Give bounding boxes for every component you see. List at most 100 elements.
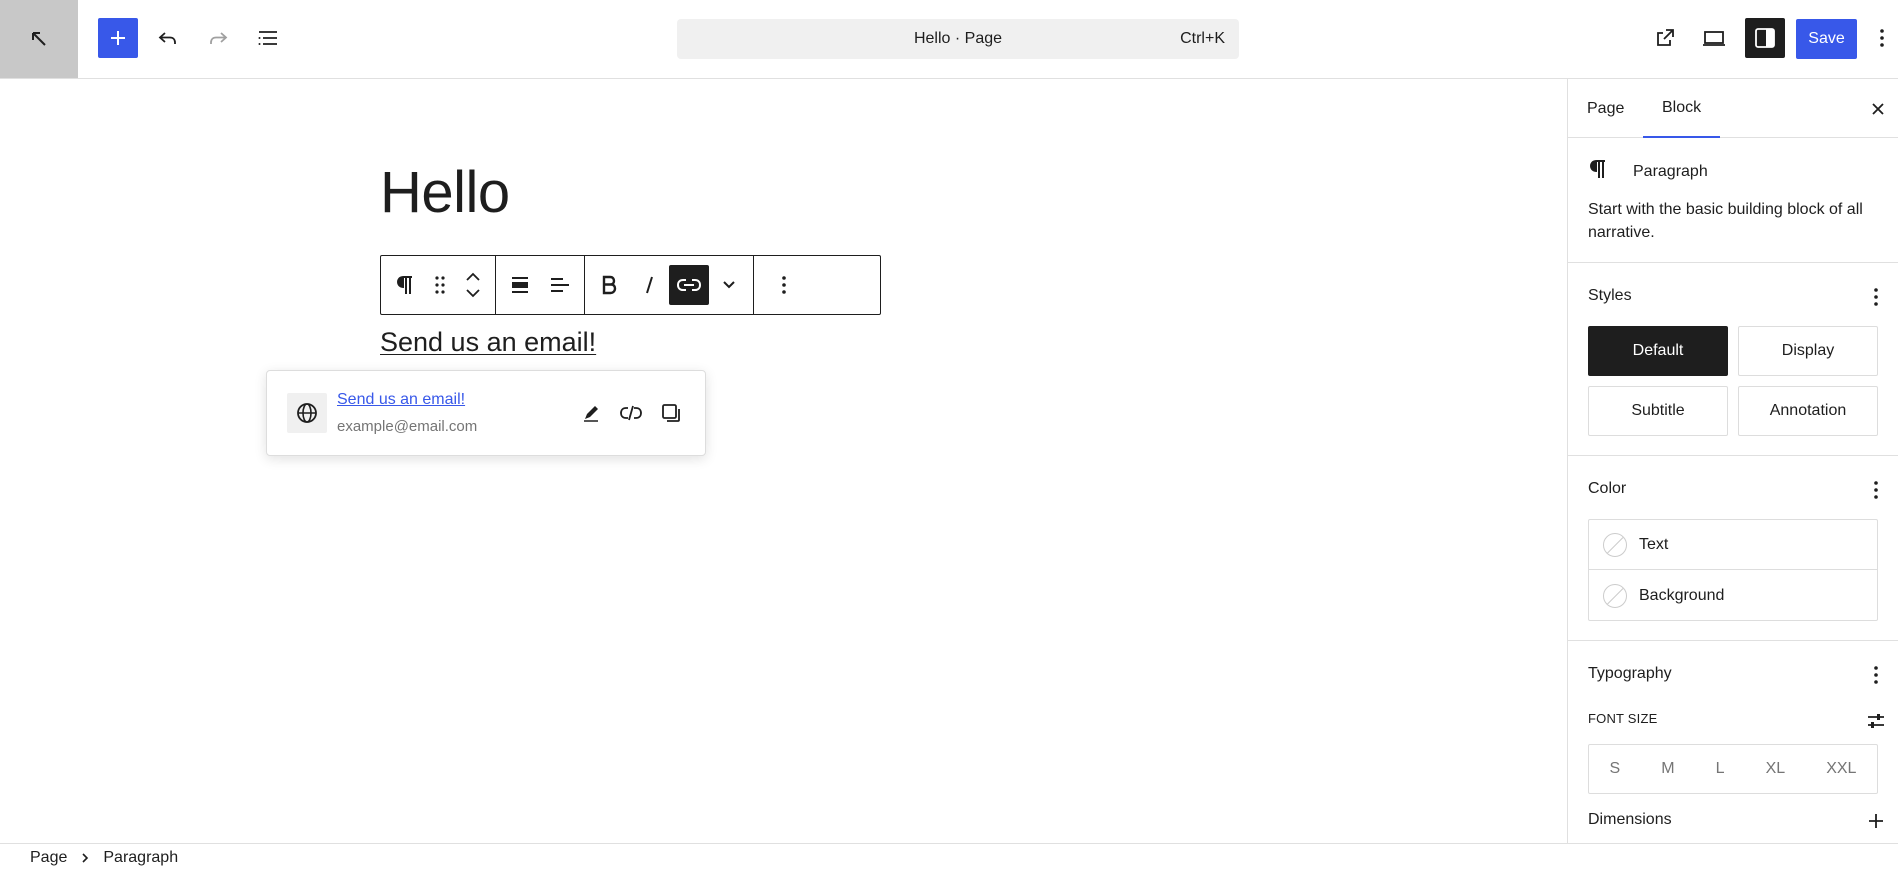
plus-icon — [1868, 813, 1884, 829]
text-color-control[interactable]: Text — [1589, 520, 1877, 570]
options-button[interactable] — [1866, 18, 1898, 58]
font-size-xxl[interactable]: XXL — [1826, 760, 1856, 778]
unlink-button[interactable] — [611, 393, 651, 433]
paragraph-block-switcher[interactable] — [385, 265, 425, 305]
drag-handle[interactable] — [425, 265, 455, 305]
plus-icon — [109, 29, 127, 47]
custom-font-size-button[interactable] — [1856, 701, 1896, 741]
breadcrumb-paragraph[interactable]: Paragraph — [103, 849, 178, 867]
background-color-label: Background — [1639, 587, 1725, 604]
command-palette-bar[interactable]: Hello · Page Ctrl+K — [677, 19, 1239, 59]
text-align-button[interactable] — [540, 265, 580, 305]
header-toolbar: Hello · Page Ctrl+K Save — [0, 0, 1898, 79]
block-card: Paragraph Start with the basic building … — [1568, 138, 1898, 263]
paragraph-icon — [1588, 158, 1608, 180]
copy-link-button[interactable] — [651, 393, 691, 433]
styles-options-button[interactable] — [1856, 277, 1896, 317]
block-description: Start with the basic building block of a… — [1588, 201, 1863, 241]
block-options-button[interactable] — [764, 265, 804, 305]
alignment-group — [496, 256, 585, 314]
undo-icon — [156, 26, 180, 50]
link-title[interactable]: Send us an email! — [337, 391, 465, 409]
settings-sidebar: Page Block Paragraph Start with the basi… — [1567, 79, 1898, 843]
save-button[interactable]: Save — [1796, 19, 1857, 59]
external-link-icon — [1653, 26, 1677, 50]
shortcut-hint: Ctrl+K — [1180, 30, 1225, 47]
bold-icon — [600, 275, 618, 295]
editor-app: Hello · Page Ctrl+K Save Hello Send us a… — [0, 0, 1898, 872]
font-size-m[interactable]: M — [1661, 760, 1674, 778]
block-toolbar — [380, 255, 881, 315]
document-overview-button[interactable] — [248, 18, 288, 58]
block-width-button[interactable] — [500, 265, 540, 305]
italic-icon — [642, 275, 656, 295]
dimensions-add-button[interactable] — [1856, 801, 1896, 841]
edit-link-button[interactable] — [571, 393, 611, 433]
font-size-label: FONT SIZE — [1588, 711, 1658, 726]
redo-icon — [206, 26, 230, 50]
styles-title: Styles — [1588, 287, 1632, 304]
paragraph-icon — [395, 274, 415, 296]
align-wide-icon — [509, 274, 531, 296]
link-button[interactable] — [669, 265, 709, 305]
more-vertical-icon — [781, 275, 787, 295]
empty-swatch-icon — [1603, 532, 1627, 557]
font-size-l[interactable]: L — [1716, 760, 1725, 778]
color-settings-list: Text Background — [1588, 519, 1878, 621]
document-title: Hello · Page — [913, 30, 1003, 47]
more-vertical-icon — [1879, 28, 1885, 48]
color-title: Color — [1588, 480, 1627, 497]
empty-swatch-icon — [1603, 584, 1627, 608]
redo-button[interactable] — [198, 18, 238, 58]
settings-sidebar-toggle[interactable] — [1745, 18, 1785, 58]
link-preview-popover: Send us an email! example@email.com — [266, 370, 706, 456]
link-actions — [571, 393, 691, 433]
pencil-icon — [581, 403, 601, 423]
bold-button[interactable] — [589, 265, 629, 305]
preview-device-button[interactable] — [1694, 18, 1734, 58]
italic-button[interactable] — [629, 265, 669, 305]
copy-icon — [660, 402, 682, 424]
background-color-control[interactable]: Background — [1589, 571, 1877, 621]
desktop-icon — [1701, 26, 1727, 50]
more-vertical-icon — [1873, 480, 1879, 500]
unlink-icon — [619, 403, 643, 423]
font-size-picker: S M L XL XXL — [1588, 744, 1878, 794]
color-panel: Color Text Background — [1568, 456, 1898, 641]
font-size-xl[interactable]: XL — [1766, 760, 1786, 778]
view-page-button[interactable] — [1645, 18, 1685, 58]
chevron-up-icon[interactable] — [465, 272, 481, 282]
block-switcher-group — [381, 256, 496, 314]
site-icon-button[interactable] — [0, 0, 78, 78]
typography-panel: Typography FONT SIZE S M L XL XXL Dimens… — [1568, 641, 1898, 841]
styles-panel: Styles Default Display Subtitle Annotati… — [1568, 263, 1898, 456]
close-sidebar-button[interactable] — [1858, 89, 1898, 129]
paragraph-block[interactable]: Send us an email! — [380, 327, 596, 358]
typography-options-button[interactable] — [1856, 655, 1896, 695]
style-default[interactable]: Default — [1588, 326, 1728, 376]
arrow-up-left-icon — [28, 28, 50, 50]
post-title[interactable]: Hello — [380, 159, 510, 226]
font-size-s[interactable]: S — [1610, 760, 1621, 778]
block-inserter-button[interactable] — [98, 18, 138, 58]
tab-page[interactable]: Page — [1568, 79, 1643, 138]
style-subtitle[interactable]: Subtitle — [1588, 386, 1728, 436]
text-color-label: Text — [1639, 535, 1669, 553]
style-annotation[interactable]: Annotation — [1738, 386, 1878, 436]
drag-handle-icon — [434, 275, 446, 295]
close-icon — [1871, 102, 1885, 116]
undo-button[interactable] — [148, 18, 188, 58]
move-up-down-buttons[interactable] — [455, 265, 491, 305]
breadcrumb-page[interactable]: Page — [0, 849, 67, 867]
more-formats-button[interactable] — [709, 265, 749, 305]
style-display[interactable]: Display — [1738, 326, 1878, 376]
link-icon — [676, 277, 702, 293]
editor-canvas[interactable]: Hello Send us an email! Send us an email… — [0, 79, 1567, 843]
tab-block[interactable]: Block — [1643, 79, 1721, 138]
globe-icon — [287, 393, 327, 433]
align-left-icon — [549, 274, 571, 296]
typography-title: Typography — [1588, 665, 1672, 682]
chevron-right-icon — [81, 852, 89, 864]
chevron-down-icon[interactable] — [465, 288, 481, 298]
color-options-button[interactable] — [1856, 470, 1896, 510]
